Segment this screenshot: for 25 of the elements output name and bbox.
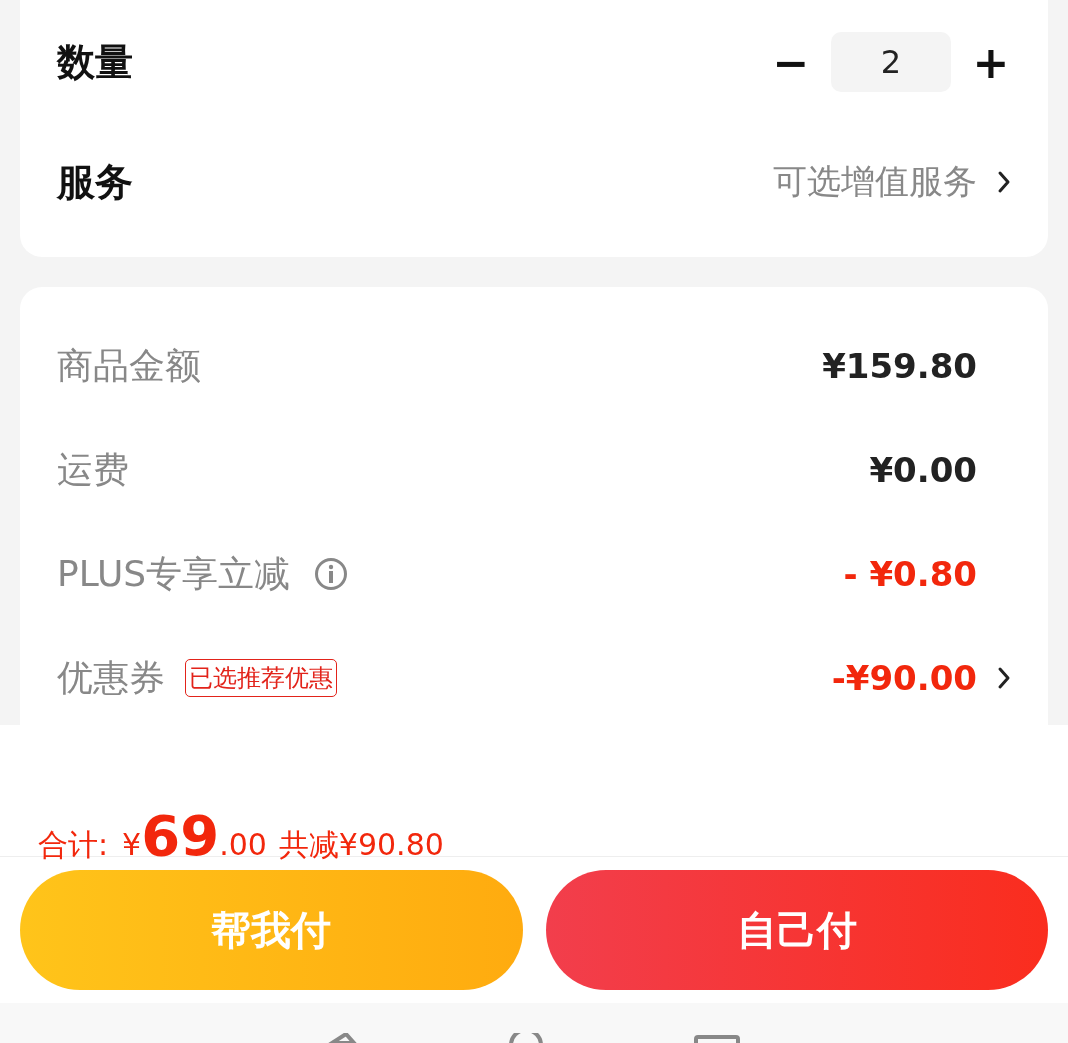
pay-button[interactable]: 自己付	[545, 870, 1048, 990]
info-icon[interactable]	[314, 557, 349, 591]
summary-value: ¥159.80	[822, 346, 977, 386]
back-icon[interactable]	[328, 1033, 358, 1043]
chevron-right-icon[interactable]	[997, 170, 1011, 194]
summary-value: ¥0.00	[869, 450, 977, 490]
increase-button[interactable]: +	[971, 36, 1011, 88]
coupon-tag: 已选推荐优惠	[185, 659, 337, 697]
summary-label: 商品金额	[57, 343, 201, 388]
savings-text: 共减¥90.80	[278, 826, 444, 864]
summary-value: -¥90.00	[831, 658, 977, 698]
recents-icon[interactable]	[694, 1035, 740, 1043]
summary-label: 运费	[57, 447, 129, 492]
summary-value: - ¥0.80	[843, 554, 977, 594]
summary-label: PLUS专享立减	[57, 551, 291, 596]
service-link[interactable]: 可选增值服务	[773, 159, 977, 205]
total-price: ¥69.00	[122, 803, 267, 868]
quantity-label: 数量	[57, 38, 133, 86]
summary-label: 优惠券	[57, 655, 165, 700]
home-icon[interactable]	[508, 1033, 544, 1043]
chevron-right-icon[interactable]	[997, 666, 1011, 690]
decrease-button[interactable]: −	[771, 36, 811, 88]
total-label: 合计:	[38, 826, 109, 864]
service-label: 服务	[57, 158, 133, 206]
quantity-field[interactable]: 2	[831, 32, 951, 92]
